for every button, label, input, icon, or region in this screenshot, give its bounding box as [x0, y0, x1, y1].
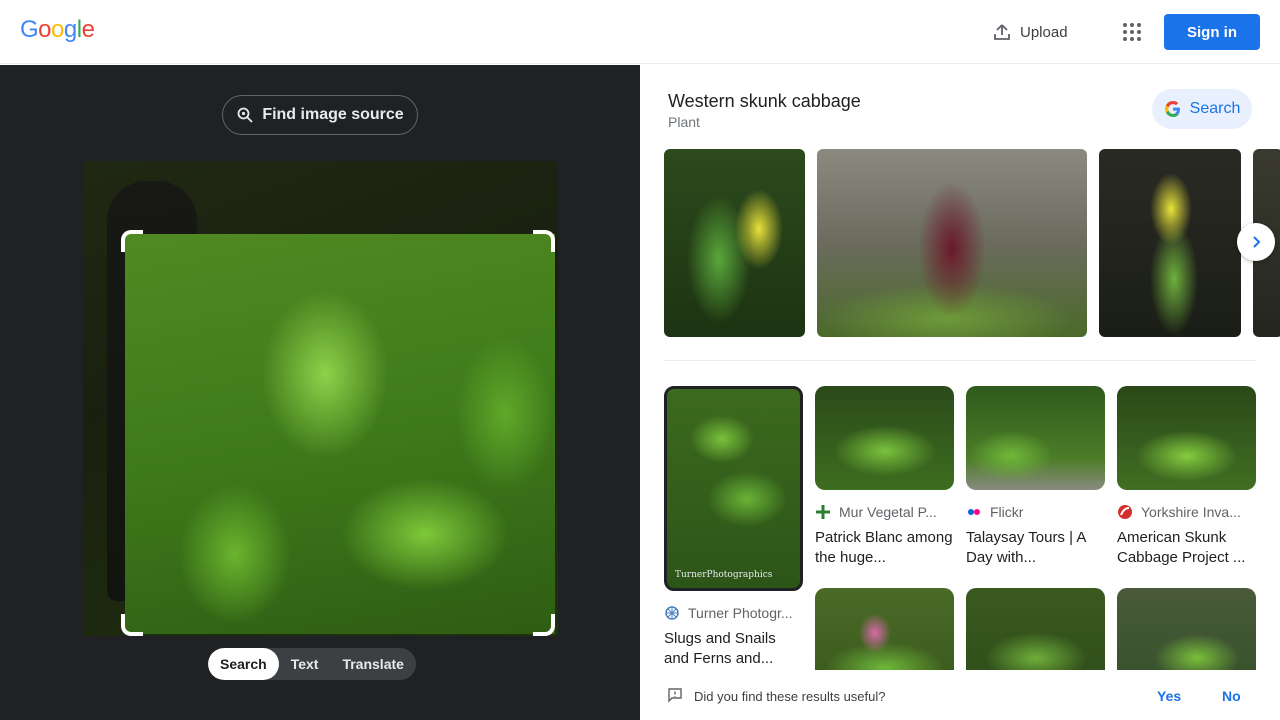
- google-g-icon: [1164, 101, 1180, 117]
- top-bar: Google Upload Sign in: [0, 0, 1280, 64]
- match-thumbnail: [815, 386, 954, 490]
- feedback-no-button[interactable]: No: [1222, 688, 1241, 704]
- mode-text-tab[interactable]: Text: [279, 648, 331, 680]
- crop-selection-area[interactable]: [125, 234, 555, 634]
- match-title: American Skunk Cabbage Project ...: [1117, 529, 1246, 566]
- visual-matches-grid: TurnerPhotographics Turner Photogr... Sl…: [664, 386, 1256, 670]
- crop-handle-bottom-left[interactable]: [121, 614, 143, 636]
- watermark-text: TurnerPhotographics: [675, 570, 773, 580]
- chevron-right-icon: [1253, 236, 1261, 248]
- logo-letter: o: [38, 16, 52, 43]
- visual-match-card[interactable]: [966, 588, 1105, 670]
- feedback-yes-button[interactable]: Yes: [1157, 688, 1181, 704]
- visual-match-card[interactable]: TurnerPhotographics Turner Photogr... Sl…: [664, 386, 803, 669]
- match-source-name: Yorkshire Inva...: [1141, 504, 1241, 520]
- match-source: Flickr: [966, 504, 1105, 520]
- match-source: Turner Photogr...: [664, 605, 803, 621]
- match-title: Slugs and Snails and Ferns and...: [664, 630, 776, 667]
- crop-handle-top-right[interactable]: [533, 230, 555, 252]
- feedback-question: Did you find these results useful?: [694, 689, 886, 704]
- match-thumbnail: TurnerPhotographics: [664, 386, 803, 591]
- logo-letter: o: [51, 16, 64, 43]
- google-logo[interactable]: Google: [20, 16, 95, 44]
- visual-match-card[interactable]: [815, 588, 954, 670]
- query-image-panel: Find image source Search Text Translate: [0, 65, 640, 720]
- match-source-name: Turner Photogr...: [688, 605, 793, 621]
- match-thumbnail: [1117, 588, 1256, 670]
- lens-search-icon: [237, 107, 253, 123]
- apps-grid-icon[interactable]: [1118, 18, 1146, 46]
- match-title: Patrick Blanc among the huge...: [815, 529, 953, 566]
- visual-match-card[interactable]: Yorkshire Inva... American Skunk Cabbage…: [1117, 386, 1256, 568]
- match-source: Mur Vegetal P...: [815, 504, 954, 520]
- mode-switcher: Search Text Translate: [208, 648, 416, 680]
- match-source-name: Flickr: [990, 504, 1024, 520]
- match-thumbnail: [966, 588, 1105, 670]
- entity-subtitle: Plant: [668, 114, 700, 130]
- upload-icon: [994, 24, 1010, 40]
- mode-search-tab[interactable]: Search: [208, 648, 279, 680]
- crop-handle-top-left[interactable]: [121, 230, 143, 252]
- upload-button[interactable]: Upload: [992, 19, 1068, 45]
- entity-image[interactable]: [664, 149, 805, 337]
- mur-vegetal-favicon: [815, 504, 831, 520]
- logo-letter: g: [63, 16, 77, 43]
- strip-next-button[interactable]: [1237, 223, 1275, 261]
- find-image-source-label: Find image source: [262, 106, 404, 123]
- logo-letter: e: [81, 16, 95, 43]
- entity-image[interactable]: [1099, 149, 1241, 337]
- upload-label: Upload: [1020, 23, 1068, 41]
- yorkshire-favicon: [1117, 504, 1133, 520]
- logo-letter: G: [20, 16, 39, 43]
- sign-in-button[interactable]: Sign in: [1164, 14, 1260, 50]
- entity-title[interactable]: Western skunk cabbage: [668, 91, 861, 112]
- visual-match-card[interactable]: [1117, 588, 1256, 670]
- flickr-favicon: [966, 504, 982, 520]
- match-source: Yorkshire Inva...: [1117, 504, 1256, 520]
- visual-match-card[interactable]: Flickr Talaysay Tours | A Day with...: [966, 386, 1105, 568]
- match-source-name: Mur Vegetal P...: [839, 504, 937, 520]
- crop-handle-bottom-right[interactable]: [533, 614, 555, 636]
- entity-search-label: Search: [1189, 100, 1241, 117]
- entity-image-strip: [664, 149, 1280, 337]
- find-image-source-button[interactable]: Find image source: [222, 95, 418, 135]
- mode-translate-tab[interactable]: Translate: [330, 648, 415, 680]
- match-thumbnail: [815, 588, 954, 670]
- query-image[interactable]: [83, 161, 558, 636]
- feedback-icon: [668, 688, 682, 703]
- entity-image[interactable]: [817, 149, 1087, 337]
- match-thumbnail: [1117, 386, 1256, 490]
- match-title: Talaysay Tours | A Day with...: [966, 529, 1086, 566]
- entity-search-button[interactable]: Search: [1152, 89, 1252, 129]
- visual-match-card[interactable]: Mur Vegetal P... Patrick Blanc among the…: [815, 386, 954, 568]
- results-panel: Western skunk cabbage Plant Search Turne…: [640, 65, 1280, 720]
- turner-favicon: [664, 605, 680, 621]
- divider: [664, 360, 1256, 361]
- feedback-bar: Did you find these results useful? Yes N…: [640, 671, 1280, 720]
- match-thumbnail: [966, 386, 1105, 490]
